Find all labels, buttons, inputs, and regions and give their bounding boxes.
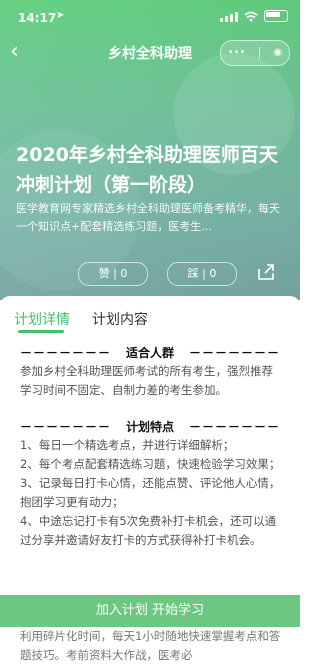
- features-text: 1、每日一个精选考点，并进行详细解析； 2、每个考点配套精选练习题，快速检验学习…: [20, 438, 281, 547]
- status-indicators: [220, 10, 288, 22]
- plan-title: 2020年乡村全科助理医师百天冲刺计划（第一阶段）: [16, 144, 278, 196]
- section-header-features: －－－－－－－ 计划特点 －－－－－－－: [20, 418, 280, 436]
- plan-hero: 14:17 ➤ ‹ 乡村全科助理 ••• ◉ 2020年乡村全科助理医师百天冲刺…: [0, 0, 300, 300]
- tab-bar: 计划详情 计划内容: [0, 296, 300, 336]
- wifi-icon: [244, 11, 258, 21]
- miniprogram-capsule: ••• ◉: [220, 40, 290, 66]
- nav-bar: ‹ 乡村全科助理 ••• ◉: [0, 36, 300, 70]
- intro-text-partial: 利用碎片化时间，每天1小时随地快速掌握考点和答题技巧。考前资料大作战，医考必: [20, 629, 281, 662]
- like-button[interactable]: 赞 | 0: [78, 262, 148, 286]
- close-miniprogram-icon[interactable]: ◉: [273, 48, 282, 58]
- share-icon[interactable]: [256, 262, 276, 282]
- battery-icon: [264, 10, 288, 22]
- location-arrow-icon: ➤: [56, 10, 65, 21]
- active-tab-indicator: [18, 330, 64, 333]
- plan-description: 医学教育网专家精选乡村全科助理医师备考精华，每天一个知识点+配套精选练习题，医考…: [16, 202, 280, 233]
- join-plan-button[interactable]: 加入计划 开始学习: [0, 595, 300, 627]
- tab-plan-content[interactable]: 计划内容: [92, 309, 148, 329]
- dislike-button[interactable]: 踩 | 0: [167, 262, 237, 286]
- status-bar: 14:17 ➤: [0, 0, 300, 36]
- section-header-audience: －－－－－－－ 适合人群 －－－－－－－: [20, 344, 280, 362]
- more-options-icon[interactable]: •••: [228, 48, 246, 58]
- audience-text: 参加乡村全科助理医师考试的所有考生，强烈推荐学习时间不固定、自制力差的考生参加。: [20, 364, 273, 397]
- signal-icon: [220, 11, 238, 22]
- section-divider-right: －－－－－－－: [188, 346, 280, 360]
- section-divider-right: －－－－－－－: [188, 420, 280, 434]
- tab-plan-details[interactable]: 计划详情: [14, 309, 70, 329]
- status-time: 14:17: [18, 11, 57, 25]
- capsule-divider: [258, 47, 260, 59]
